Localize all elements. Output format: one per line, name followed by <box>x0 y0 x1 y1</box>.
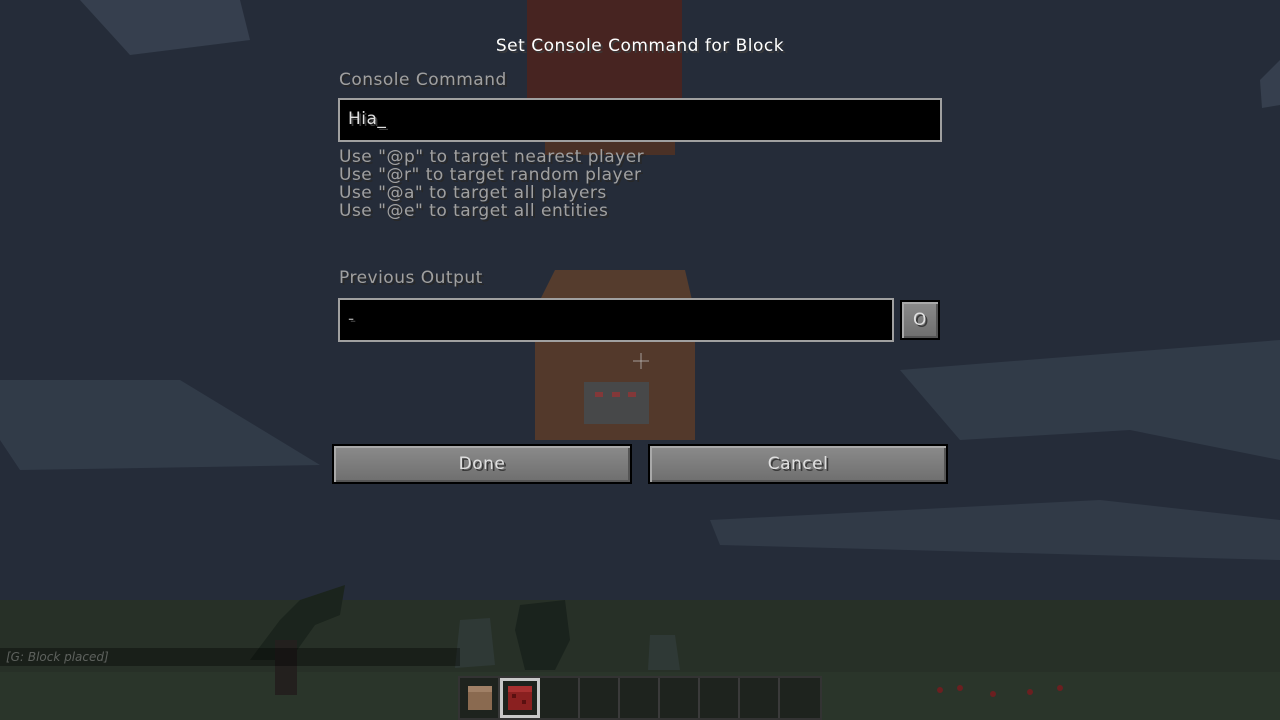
hotbar-slot[interactable] <box>780 678 820 718</box>
selector-hints: Use "@p" to target nearest player Use "@… <box>339 148 644 220</box>
cancel-button[interactable]: Cancel <box>648 444 948 484</box>
previous-output-field[interactable]: - <box>338 298 894 342</box>
hint-line: Use "@r" to target random player <box>339 165 642 185</box>
hotbar-slot[interactable] <box>700 678 740 718</box>
hint-line: Use "@a" to target all players <box>339 183 607 203</box>
hint-line: Use "@e" to target all entities <box>339 201 609 221</box>
hotbar-slot[interactable] <box>740 678 780 718</box>
hotbar-slot[interactable] <box>540 678 580 718</box>
hint-line: Use "@p" to target nearest player <box>339 147 645 167</box>
hotbar-slot[interactable] <box>660 678 700 718</box>
hotbar-slot[interactable] <box>580 678 620 718</box>
crosshair-icon <box>633 353 649 369</box>
hotbar <box>458 676 822 720</box>
hotbar-slot[interactable] <box>620 678 660 718</box>
command-block-icon <box>468 686 492 710</box>
previous-output-label: Previous Output <box>339 268 483 288</box>
hotbar-slot[interactable] <box>460 678 500 718</box>
done-button[interactable]: Done <box>332 444 632 484</box>
previous-output-value: - <box>348 309 355 329</box>
hotbar-slot-selected[interactable] <box>500 678 540 718</box>
command-input[interactable]: Hia_ <box>338 98 942 142</box>
output-toggle-button[interactable]: O <box>900 300 940 340</box>
chat-message: [G: Block placed] <box>0 648 460 666</box>
redstone-block-icon <box>508 686 532 710</box>
command-label: Console Command <box>339 70 507 90</box>
command-input-value: Hia_ <box>348 109 387 129</box>
screen-title: Set Console Command for Block <box>495 36 785 56</box>
